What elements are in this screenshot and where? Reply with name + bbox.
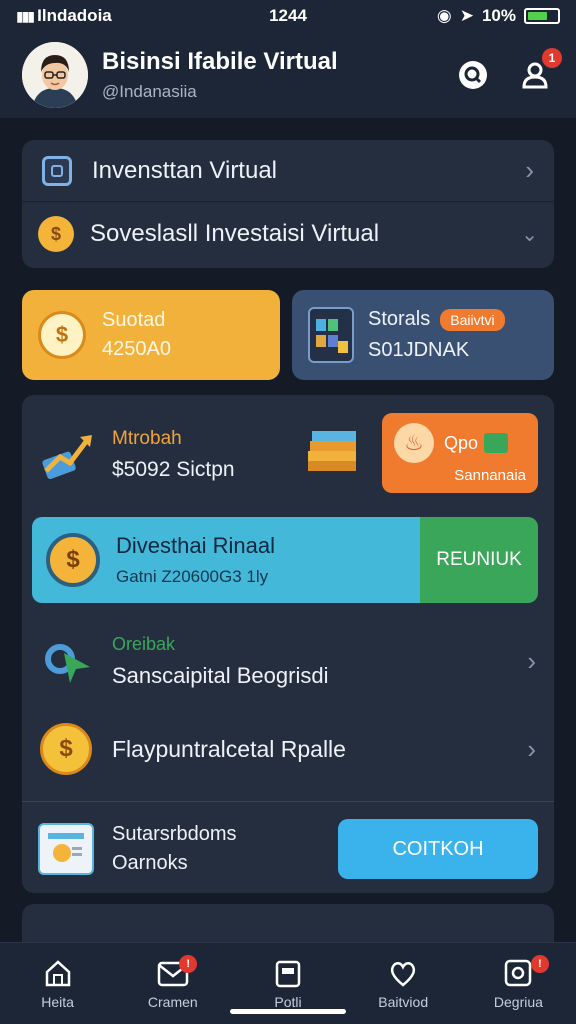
sync-icon: ◉	[436, 6, 452, 25]
banner-subtitle: Gatni Z20600G3 1ly	[116, 567, 269, 586]
chevron-right-icon: ›	[527, 733, 536, 764]
nav-label: Baitviod	[378, 993, 429, 1010]
app-header: Bisinsi Ifabile Virtual @Indanasiia 1	[0, 32, 576, 118]
notification-badge: 1	[542, 48, 562, 68]
chevron-down-icon: ⌄	[521, 223, 538, 246]
nav-badge: !	[530, 955, 549, 973]
banner-action-button[interactable]: REUNIUK	[420, 517, 538, 603]
list-item-label: Flaypuntralcetal Rpalle	[112, 735, 346, 762]
main-panel: Mtrobah $5092 Sictpn ♨ Qpo Sannanaia $ D…	[22, 395, 554, 893]
tile-value: 4250A0	[102, 338, 171, 360]
search-icon	[459, 61, 487, 89]
list-item-playment[interactable]: $ Flaypuntralcetal Rpalle ›	[22, 711, 554, 787]
location-icon: ➤	[459, 6, 474, 25]
nav-label: Heita	[41, 993, 74, 1010]
coin-icon: $	[40, 723, 92, 775]
menu-item-social-investment[interactable]: $ Soveslasll Investaisi Virtual ⌄	[22, 202, 554, 266]
profile-icon	[505, 959, 532, 986]
home-icon	[45, 959, 70, 986]
nav-favorites[interactable]: Baitviod	[346, 943, 461, 1024]
coin-icon: $	[38, 311, 86, 359]
home-indicator	[230, 1009, 346, 1014]
summary-action-button[interactable]: COITKOH	[338, 819, 538, 879]
tile-value: S01JDNAK	[368, 339, 470, 361]
growth-chart-icon	[40, 427, 96, 483]
nav-messages[interactable]: ! Cramen	[115, 943, 230, 1024]
dollar-gear-icon: $	[46, 533, 100, 587]
chevron-right-icon: ›	[525, 155, 534, 185]
spreadsheet-icon	[484, 433, 509, 453]
list-item-summary: Sutarsrbdoms Oarnoks COITKOH	[22, 809, 554, 889]
nav-badge: !	[179, 955, 198, 973]
coin-sparkle-icon: $	[38, 216, 74, 252]
tile-title: Storals	[368, 308, 431, 330]
tile-summary[interactable]: $ Suotad 4250A0	[22, 290, 280, 380]
profile-notification-button[interactable]: 1	[516, 48, 562, 94]
offer-title: Qpo	[444, 432, 479, 453]
square-icon	[42, 155, 72, 186]
list-item-category: Oreibak	[112, 633, 176, 654]
divider	[22, 801, 554, 802]
app-title: Bisinsi Ifabile Virtual	[102, 48, 338, 75]
summary-line2: Oarnoks	[112, 852, 188, 874]
avatar[interactable]	[22, 42, 88, 108]
list-item-label: Sanscaipital Beogrisdi	[112, 662, 329, 688]
offer-subtitle: Sannanaia	[454, 467, 526, 484]
phone-chart-icon	[308, 307, 354, 363]
tile-badge: Baiivtvi	[440, 308, 505, 331]
tile-storage[interactable]: Storals Baiivtvi S01JDNAK	[292, 290, 554, 380]
chevron-right-icon: ›	[527, 645, 536, 676]
menu-item-investment[interactable]: Invensttan Virtual ›	[22, 140, 554, 202]
promo-value: $5092 Sictpn	[112, 458, 235, 481]
gear-arrow-icon	[40, 633, 96, 689]
nav-label: Degriua	[493, 993, 543, 1010]
battery-icon	[524, 8, 560, 24]
nav-label: Cramen	[147, 993, 198, 1010]
app-subtitle: @Indanasiia	[102, 82, 197, 101]
books-stack-icon	[302, 421, 362, 481]
offer-tile[interactable]: ♨ Qpo Sannanaia	[382, 413, 538, 493]
signal-icon: ▮▮▮	[16, 7, 35, 24]
nav-label: Potli	[274, 993, 302, 1010]
menu-item-label: Invensttan Virtual	[92, 156, 278, 184]
menu-item-label: Soveslasll Investaisi Virtual	[90, 220, 380, 247]
menu-card: Invensttan Virtual › $ Soveslasll Invest…	[22, 140, 554, 268]
carrier-label: Ilndadoia	[37, 6, 112, 25]
heart-icon	[391, 961, 416, 987]
bottom-nav: Heita ! Cramen Potli Baitviod ! Degriua	[0, 942, 576, 1024]
wallet-icon	[275, 960, 301, 987]
nav-home[interactable]: Heita	[0, 943, 115, 1024]
virtual-banner[interactable]: $ Divesthai Rinaal Gatni Z20600G3 1ly	[32, 517, 424, 603]
summary-line1: Sutarsrbdoms	[112, 823, 237, 845]
search-button[interactable]	[454, 56, 492, 94]
status-bar: ▮▮▮ Ilndadoia 1244 ◉ ➤ 10%	[0, 0, 576, 32]
document-money-icon	[38, 823, 94, 875]
tile-title: Suotad	[102, 309, 166, 331]
battery-percent: 10%	[481, 6, 516, 25]
nav-profile[interactable]: ! Degriua	[461, 943, 576, 1024]
fire-icon: ♨	[394, 423, 434, 463]
banner-title: Divesthai Rinaal	[116, 533, 275, 558]
list-item-capital[interactable]: Oreibak Sanscaipital Beogrisdi ›	[22, 621, 554, 701]
promo-title: Mtrobah	[112, 428, 182, 449]
